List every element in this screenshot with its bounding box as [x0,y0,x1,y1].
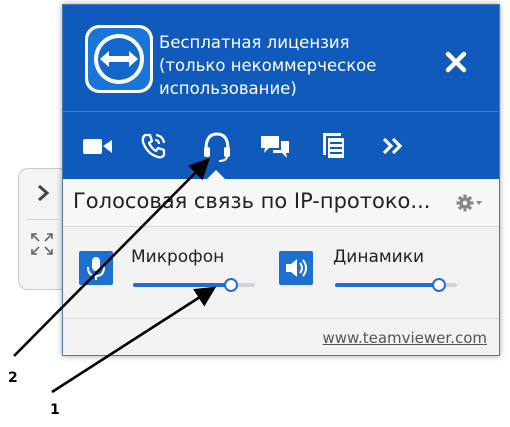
speakers-slider-thumb[interactable] [431,278,446,292]
license-title: Бесплатная лицензия (только некоммерческ… [159,31,439,100]
files-icon[interactable] [315,128,351,164]
teamviewer-panel: Бесплатная лицензия (только некоммерческ… [62,4,500,356]
speakers-label: Динамики [333,247,425,267]
speakers-volume-slider[interactable] [335,278,457,292]
phone-icon[interactable] [135,128,171,164]
close-icon[interactable] [439,45,473,79]
video-icon[interactable] [79,128,115,164]
side-tab-divider [27,219,58,220]
annotation-label-1: 1 [50,402,60,418]
license-title-line-2: (только некоммерческое [159,56,377,75]
expand-icon[interactable] [29,231,55,257]
speakers-level-fill [335,283,439,287]
more-icon[interactable] [375,128,411,164]
microphone-icon [87,257,105,280]
annotation-label-2: 2 [8,370,18,386]
audio-controls: Микрофон Динамики [63,227,499,319]
gear-icon[interactable] [455,193,485,213]
section-title: Голосовая связь по IP-протоко... [73,189,431,213]
active-tab-pointer [207,170,225,179]
microphone-volume-slider[interactable] [133,278,255,292]
panel-header: Бесплатная лицензия (только некоммерческ… [63,5,499,111]
microphone-label: Микрофон [131,247,225,267]
teamviewer-logo-icon [85,25,153,93]
voip-section-header: Голосовая связь по IP-протоко... [63,170,499,227]
toolbar [63,111,499,179]
chevron-right-icon[interactable] [33,183,53,203]
speaker-icon [286,259,307,277]
microphone-toggle[interactable] [79,251,113,285]
license-title-line-3: использование) [159,79,297,98]
microphone-level-fill [133,283,231,287]
chat-icon[interactable] [257,128,293,164]
side-tab [18,168,66,290]
headset-icon[interactable] [199,128,235,164]
teamviewer-website-link[interactable]: www.teamviewer.com [323,329,487,347]
microphone-slider-thumb[interactable] [223,278,238,292]
license-title-line-1: Бесплатная лицензия [159,33,350,52]
speakers-toggle[interactable] [279,251,313,285]
